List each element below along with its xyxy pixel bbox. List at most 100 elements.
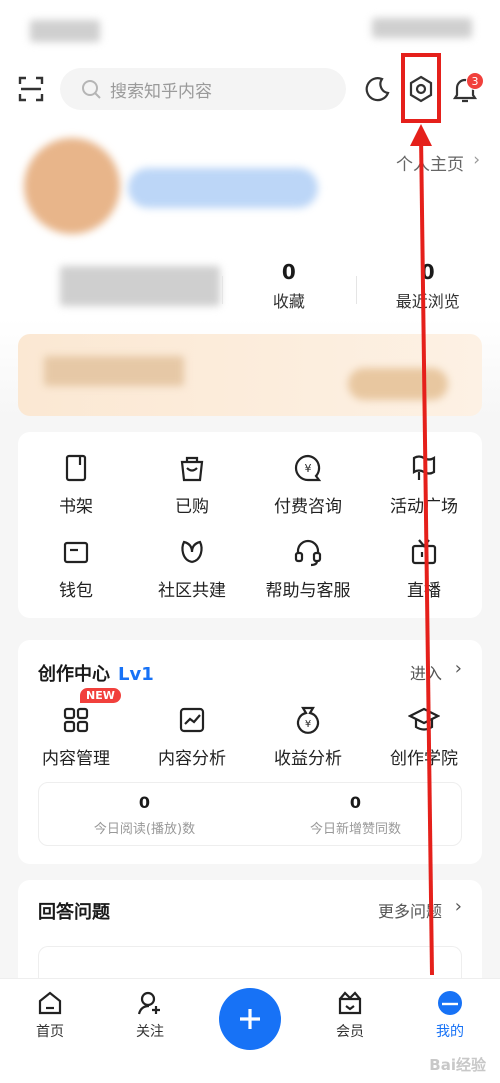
service-bookshelf[interactable]: 书架: [18, 452, 134, 517]
service-label: 钱包: [59, 581, 93, 601]
blurred-promo-button: [348, 368, 448, 400]
more-questions-link[interactable]: 更多问题: [378, 898, 442, 922]
blurred-username: [128, 168, 318, 208]
creation-tools-row: NEW 内容管理 内容分析 ¥ 收益分析 创作学院: [18, 688, 482, 769]
service-help[interactable]: 帮助与客服: [250, 536, 366, 601]
notification-badge: 3: [466, 72, 484, 90]
tool-label: 创作学院: [390, 749, 458, 769]
moon-icon: [365, 77, 390, 102]
new-badge: NEW: [80, 688, 121, 703]
home-icon: [38, 991, 62, 1015]
tab-label: 我的: [436, 1024, 464, 1040]
content-manage-icon: [63, 707, 89, 733]
creation-center-title[interactable]: 创作中心 Lv1: [38, 660, 154, 686]
bookshelf-icon: [65, 454, 87, 482]
service-label: 帮助与客服: [265, 581, 351, 601]
search-placeholder: 搜索知乎内容: [110, 81, 212, 102]
headset-icon: [294, 539, 322, 567]
member-icon: [338, 991, 362, 1015]
watermark: Bai经验: [429, 1056, 486, 1074]
stat-value: 0: [281, 260, 296, 284]
homepage-link[interactable]: 个人主页: [396, 150, 464, 175]
tab-follow[interactable]: 关注: [110, 989, 190, 1041]
flag-icon: [412, 455, 436, 480]
scan-button[interactable]: [14, 72, 48, 106]
profile-icon: [438, 991, 462, 1015]
search-icon: [82, 80, 101, 99]
service-live[interactable]: 直播: [366, 536, 482, 601]
follow-icon: [137, 991, 160, 1015]
plus-icon: [240, 1009, 260, 1029]
tool-label: 收益分析: [274, 749, 342, 769]
today-label: 今日阅读(播放)数: [93, 822, 196, 837]
tool-creator-academy[interactable]: 创作学院: [366, 704, 482, 769]
annotation-highlight-box: [401, 53, 441, 123]
service-label: 书架: [59, 497, 93, 517]
search-input[interactable]: 搜索知乎内容: [60, 68, 346, 110]
graduation-cap-icon: [408, 707, 440, 731]
night-mode-button[interactable]: [358, 70, 396, 108]
level-badge: Lv1: [118, 664, 154, 685]
enter-link[interactable]: 进入: [410, 660, 442, 684]
stat-label: 收藏: [272, 292, 305, 311]
service-wallet[interactable]: 钱包: [18, 536, 134, 601]
blurred-avatar[interactable]: [24, 138, 120, 234]
tool-content-analysis[interactable]: 内容分析: [134, 704, 250, 769]
divider: [355, 276, 357, 304]
answer-questions-title: 回答问题: [38, 902, 110, 923]
services-row-1: 书架 已购 ¥ 付费咨询 活动广场: [18, 452, 482, 517]
blurred-promo-text: [44, 356, 184, 386]
blurred-stat-value: [60, 266, 220, 306]
stat-favorites[interactable]: 0 收藏: [222, 256, 355, 316]
chevron-right-icon: ›: [454, 658, 462, 679]
svg-text:¥: ¥: [305, 719, 311, 730]
tool-content-manage[interactable]: NEW 内容管理: [18, 688, 134, 769]
service-purchased[interactable]: 已购: [134, 452, 250, 517]
service-paid-consult[interactable]: ¥ 付费咨询: [250, 452, 366, 517]
today-reads[interactable]: 0 今日阅读(播放)数: [39, 783, 250, 845]
service-label: 活动广场: [390, 497, 458, 517]
shopping-bag-icon: [180, 456, 204, 482]
stat-blurred[interactable]: [0, 256, 222, 316]
services-row-2: 钱包 社区共建 帮助与客服 直播: [18, 536, 482, 601]
service-label: 已购: [175, 497, 209, 517]
promo-area: [0, 318, 500, 418]
tool-label: 内容分析: [158, 749, 226, 769]
service-activity-plaza[interactable]: 活动广场: [366, 452, 482, 517]
service-community[interactable]: 社区共建: [134, 536, 250, 601]
stats-row: 0 收藏 0 最近浏览: [0, 256, 500, 316]
tab-profile[interactable]: 我的: [410, 989, 490, 1041]
promo-banner[interactable]: [18, 334, 482, 416]
section-title-text: 创作中心: [38, 664, 110, 685]
tab-home[interactable]: 首页: [10, 989, 90, 1041]
tab-label: 会员: [336, 1024, 364, 1040]
create-button[interactable]: [219, 988, 281, 1050]
bottom-tab-bar: 首页 关注 会员 我的 Bai经验: [0, 978, 500, 1083]
notifications-button[interactable]: 3: [446, 70, 484, 108]
today-value: 0: [349, 793, 362, 812]
today-stats: 0 今日阅读(播放)数 0 今日新增赞同数: [38, 782, 462, 846]
stat-recent[interactable]: 0 最近浏览: [355, 256, 500, 316]
paid-consult-icon: ¥: [294, 454, 322, 482]
service-label: 付费咨询: [274, 497, 342, 517]
service-label: 社区共建: [158, 581, 226, 601]
blurred-status-icons: [372, 18, 472, 38]
scan-icon: [18, 76, 44, 102]
money-bag-icon: ¥: [296, 706, 320, 734]
community-icon: [181, 540, 203, 564]
chevron-right-icon: ›: [473, 150, 480, 170]
profile-section: 个人主页 › 0 收藏 0 最近浏览: [0, 118, 500, 318]
tab-member[interactable]: 会员: [310, 989, 390, 1041]
stat-label: 最近浏览: [395, 292, 460, 311]
service-label: 直播: [407, 581, 441, 601]
tab-label: 关注: [136, 1024, 164, 1040]
divider: [222, 276, 224, 304]
services-card: 书架 已购 ¥ 付费咨询 活动广场 钱包 社区共建 帮助与客服 直播: [18, 432, 482, 618]
stat-value: 0: [420, 260, 435, 284]
tool-income-analysis[interactable]: ¥ 收益分析: [250, 704, 366, 769]
svg-text:¥: ¥: [305, 462, 312, 475]
content-analysis-icon: [179, 707, 205, 733]
today-upvotes[interactable]: 0 今日新增赞同数: [250, 783, 461, 845]
tab-label: 首页: [36, 1024, 64, 1040]
wallet-icon: [63, 541, 89, 564]
